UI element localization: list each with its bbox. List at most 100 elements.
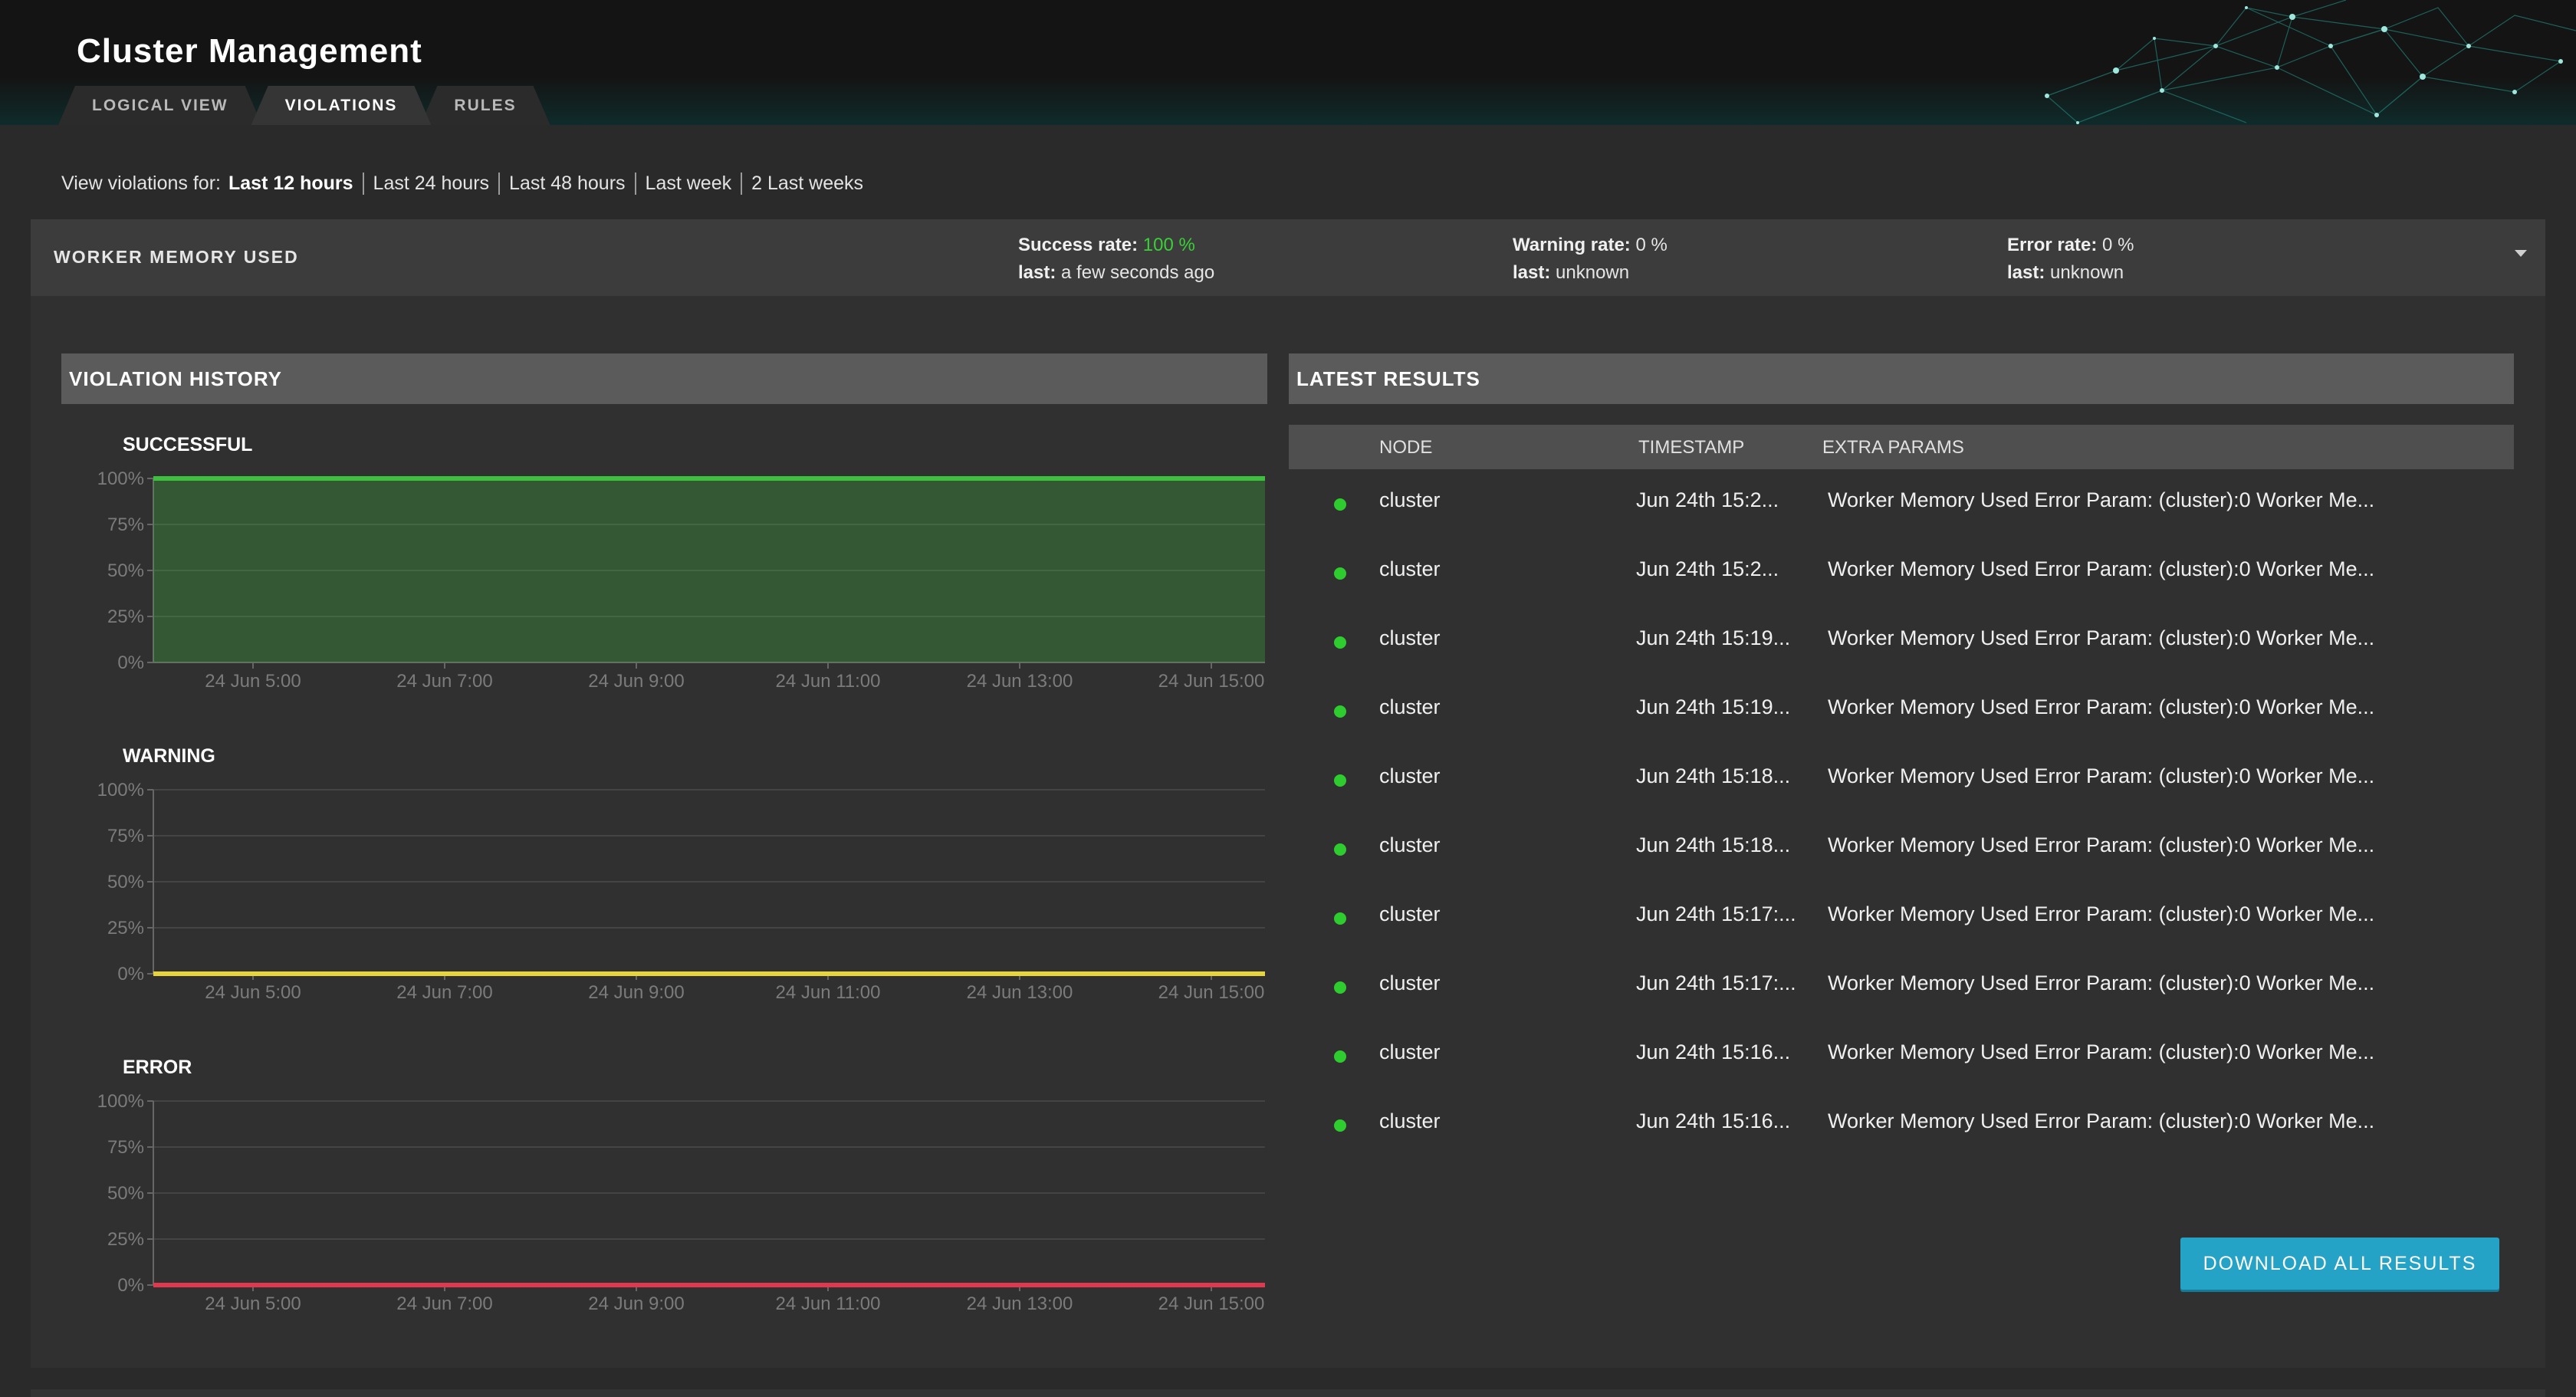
- chart-warning: 100% 75% 50% 25% 0% 24 Jun 5:00 24 Jun 7:00 24 …: [97, 780, 1265, 1003]
- column-header-timestamp[interactable]: TIMESTAMP: [1638, 437, 1744, 459]
- table-row[interactable]: cluster Jun 24th 15:17:... Worker Memory…: [1289, 952, 2514, 1021]
- x-tick-label: 24 Jun 13:00: [967, 982, 1073, 1003]
- table-row[interactable]: cluster Jun 24th 15:16... Worker Memory …: [1289, 1090, 2514, 1159]
- x-tick-label: 24 Jun 15:00: [1158, 671, 1265, 692]
- row-timestamp: Jun 24th 15:18...: [1636, 764, 1791, 787]
- status-dot-icon: [1334, 1119, 1346, 1132]
- row-node: cluster: [1379, 557, 1441, 580]
- y-tick-label: 50%: [107, 560, 144, 581]
- constellation-graphic: [2045, 0, 2576, 124]
- range-option-week[interactable]: Last week: [634, 172, 741, 195]
- row-extra-params: Worker Memory Used Error Param: (cluster…: [1828, 695, 2375, 718]
- warning-rate-label: Warning rate:: [1513, 235, 1631, 255]
- row-extra-params: Worker Memory Used Error Param: (cluster…: [1828, 971, 2375, 994]
- status-dot-icon: [1334, 567, 1346, 580]
- row-node: cluster: [1379, 488, 1441, 511]
- y-tick-label: 0%: [117, 964, 144, 984]
- x-tick-label: 24 Jun 15:00: [1158, 982, 1265, 1003]
- y-tick-label: 25%: [107, 1229, 144, 1250]
- y-tick-label: 0%: [117, 1275, 144, 1296]
- row-node: cluster: [1379, 695, 1441, 718]
- warning-last-label: last:: [1513, 262, 1551, 283]
- table-row[interactable]: cluster Jun 24th 15:17:... Worker Memory…: [1289, 883, 2514, 952]
- table-row[interactable]: cluster Jun 24th 15:18... Worker Memory …: [1289, 745, 2514, 814]
- column-header-node[interactable]: NODE: [1379, 437, 1432, 459]
- chart-title-successful: SUCCESSFUL: [123, 434, 253, 455]
- y-tick-label: 100%: [97, 468, 144, 489]
- page-title: Cluster Management: [77, 32, 422, 70]
- row-node: cluster: [1379, 902, 1441, 925]
- x-tick-label: 24 Jun 5:00: [205, 1293, 301, 1314]
- tab-rules[interactable]: RULES: [420, 86, 550, 125]
- success-last-value: a few seconds ago: [1061, 262, 1215, 283]
- warning-rate-stat: Warning rate: 0 % last: unknown: [1513, 232, 1668, 287]
- download-all-results-button[interactable]: DOWNLOAD ALL RESULTS: [2180, 1238, 2499, 1290]
- status-dot-icon: [1334, 981, 1346, 994]
- error-last-label: last:: [2007, 262, 2045, 283]
- table-row[interactable]: cluster Jun 24th 15:19... Worker Memory …: [1289, 676, 2514, 745]
- error-rate-label: Error rate:: [2007, 235, 2098, 255]
- chart-title-warning: WARNING: [123, 745, 215, 767]
- time-range-selector: View violations for: Last 12 hours Last …: [61, 170, 872, 196]
- tab-violations[interactable]: VIOLATIONS: [251, 86, 432, 125]
- status-dot-icon: [1334, 705, 1346, 718]
- row-timestamp: Jun 24th 15:16...: [1636, 1109, 1791, 1132]
- row-timestamp: Jun 24th 15:18...: [1636, 833, 1791, 856]
- row-timestamp: Jun 24th 15:17:...: [1636, 971, 1796, 994]
- row-extra-params: Worker Memory Used Error Param: (cluster…: [1828, 833, 2375, 856]
- x-tick-label: 24 Jun 9:00: [588, 982, 684, 1003]
- status-dot-icon: [1334, 774, 1346, 787]
- chart-error: 100% 75% 50% 25% 0% 24 Jun 5:00 24 Jun 7:00 24 …: [97, 1091, 1265, 1314]
- row-extra-params: Worker Memory Used Error Param: (cluster…: [1828, 902, 2375, 925]
- row-timestamp: Jun 24th 15:2...: [1636, 557, 1779, 580]
- x-tick-label: 24 Jun 11:00: [775, 982, 880, 1003]
- status-dot-icon: [1334, 1050, 1346, 1063]
- row-node: cluster: [1379, 626, 1441, 649]
- error-rate-value: 0 %: [2102, 235, 2134, 255]
- chevron-down-icon[interactable]: [2515, 250, 2527, 257]
- y-tick-label: 50%: [107, 872, 144, 892]
- row-extra-params: Worker Memory Used Error Param: (cluster…: [1828, 626, 2375, 649]
- range-option-48h[interactable]: Last 48 hours: [498, 172, 635, 195]
- row-extra-params: Worker Memory Used Error Param: (cluster…: [1828, 1109, 2375, 1132]
- warning-rate-value: 0 %: [1635, 235, 1668, 255]
- y-tick-label: 0%: [117, 652, 144, 673]
- row-node: cluster: [1379, 1040, 1441, 1063]
- next-panel-edge: [31, 1389, 2545, 1397]
- range-option-2weeks[interactable]: 2 Last weeks: [741, 172, 872, 195]
- column-header-extra-params[interactable]: EXTRA PARAMS: [1822, 437, 1964, 459]
- success-rate-stat: Success rate: 100 % last: a few seconds …: [1018, 232, 1214, 287]
- tab-logical-view[interactable]: LOGICAL VIEW: [58, 86, 262, 125]
- chart-successful: 100% 75% 50% 25% 0% 24 Jun 5:00 24 Jun 7:00 24 …: [97, 468, 1265, 692]
- x-tick-label: 24 Jun 7:00: [396, 1293, 492, 1314]
- row-timestamp: Jun 24th 15:17:...: [1636, 902, 1796, 925]
- table-row[interactable]: cluster Jun 24th 15:2... Worker Memory U…: [1289, 469, 2514, 538]
- x-tick-label: 24 Jun 7:00: [396, 982, 492, 1003]
- rule-name: WORKER MEMORY USED: [54, 247, 299, 267]
- x-tick-label: 24 Jun 15:00: [1158, 1293, 1265, 1314]
- status-dot-icon: [1334, 843, 1346, 856]
- row-extra-params: Worker Memory Used Error Param: (cluster…: [1828, 764, 2375, 787]
- x-tick-label: 24 Jun 9:00: [588, 671, 684, 692]
- row-timestamp: Jun 24th 15:16...: [1636, 1040, 1791, 1063]
- range-label: View violations for:: [61, 172, 221, 194]
- y-tick-label: 75%: [107, 1137, 144, 1158]
- table-row[interactable]: cluster Jun 24th 15:2... Worker Memory U…: [1289, 538, 2514, 607]
- range-option-12h[interactable]: Last 12 hours: [228, 173, 363, 195]
- row-extra-params: Worker Memory Used Error Param: (cluster…: [1828, 488, 2375, 511]
- range-option-24h[interactable]: Last 24 hours: [362, 172, 499, 195]
- x-tick-label: 24 Jun 9:00: [588, 1293, 684, 1314]
- row-timestamp: Jun 24th 15:19...: [1636, 626, 1791, 649]
- rule-header[interactable]: WORKER MEMORY USED Success rate: 100 % l…: [31, 219, 2545, 296]
- warning-last-value: unknown: [1556, 262, 1630, 283]
- table-row[interactable]: cluster Jun 24th 15:19... Worker Memory …: [1289, 607, 2514, 676]
- y-tick-label: 75%: [107, 514, 144, 535]
- x-tick-label: 24 Jun 13:00: [967, 671, 1073, 692]
- status-dot-icon: [1334, 636, 1346, 649]
- table-row[interactable]: cluster Jun 24th 15:18... Worker Memory …: [1289, 814, 2514, 883]
- table-row[interactable]: cluster Jun 24th 15:16... Worker Memory …: [1289, 1021, 2514, 1090]
- row-node: cluster: [1379, 1109, 1441, 1132]
- row-node: cluster: [1379, 971, 1441, 994]
- y-tick-label: 100%: [97, 1091, 144, 1112]
- results-table-body: cluster Jun 24th 15:2... Worker Memory U…: [1289, 469, 2514, 1159]
